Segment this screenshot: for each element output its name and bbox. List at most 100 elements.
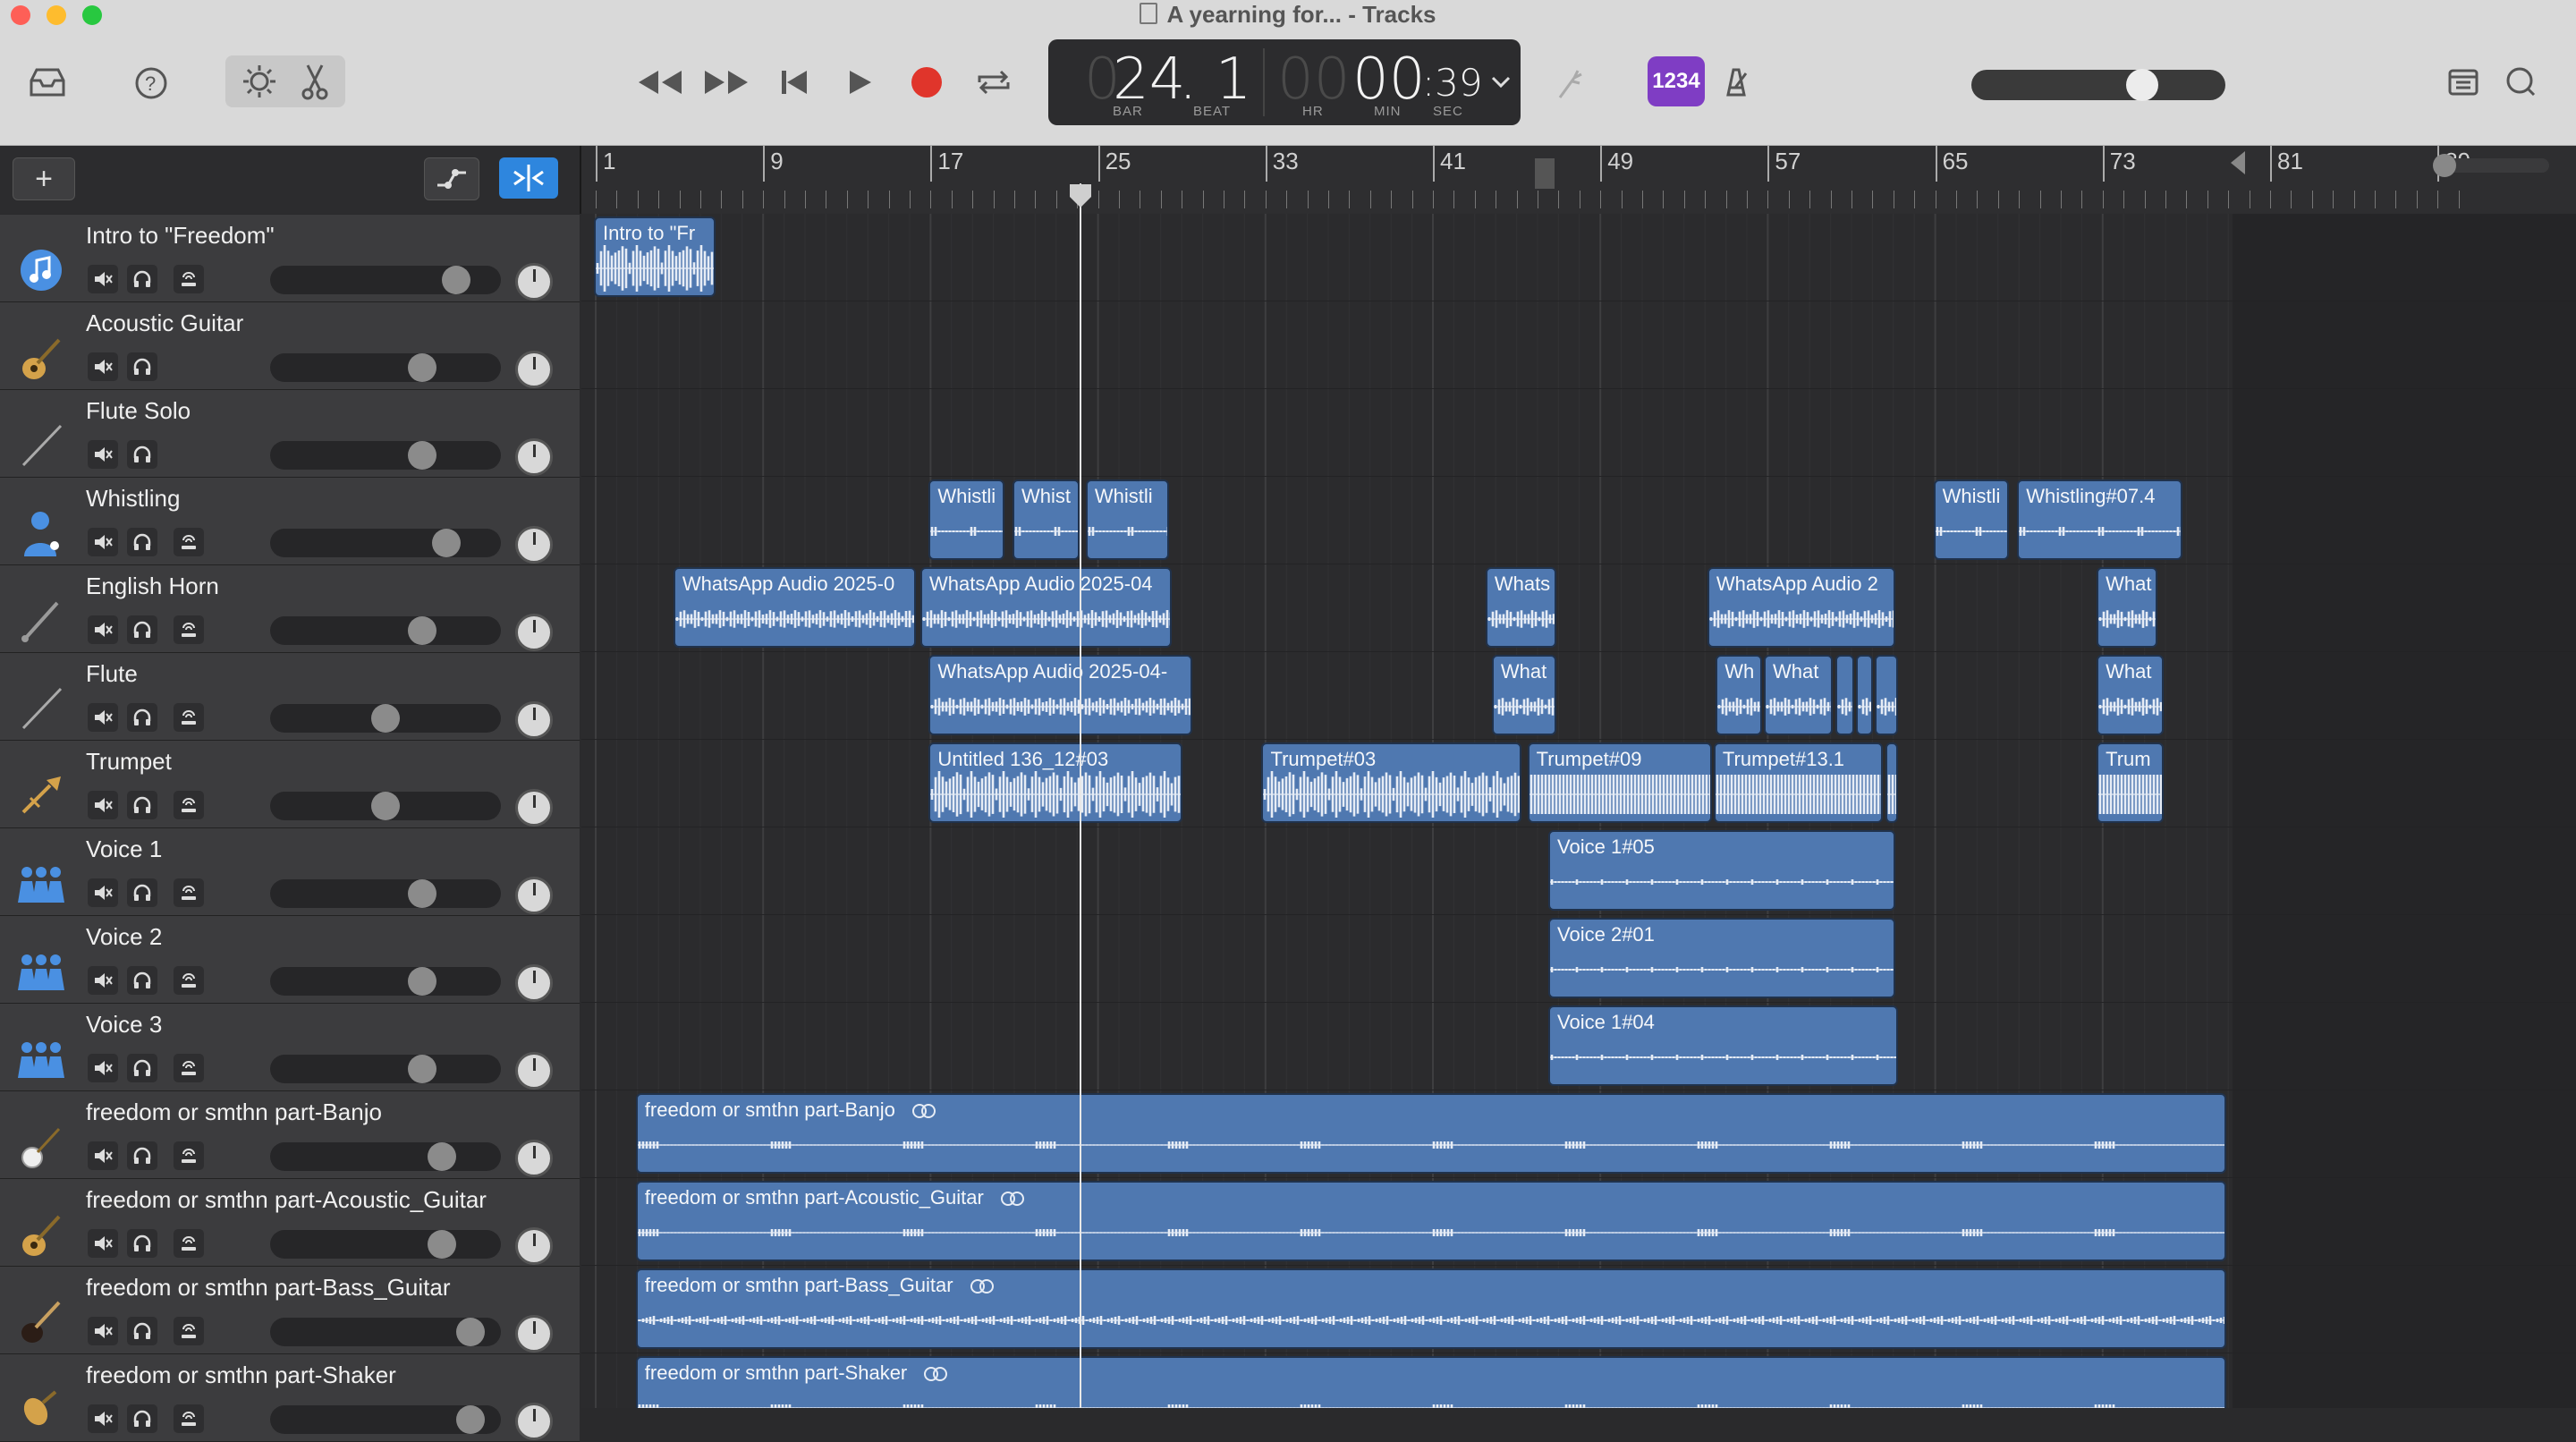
volume-knob[interactable] [407,353,436,382]
track-lane[interactable] [581,389,2576,477]
playhead[interactable] [1079,183,1081,1408]
track-header[interactable]: Flute [0,653,580,741]
volume-knob[interactable] [407,616,436,645]
audio-region[interactable] [1835,655,1854,735]
lcd-display[interactable]: 0 24 . 1 BAR BEAT 00 00 :39 HR MIN SEC [1048,39,1521,125]
record-enable-button[interactable] [174,528,204,556]
audio-region[interactable]: WhatsApp Audio 2 [1707,567,1896,648]
volume-knob[interactable] [431,529,461,557]
mute-button[interactable] [88,528,118,556]
track-header[interactable]: freedom or smthn part-Bass_Guitar [0,1267,580,1354]
audio-region[interactable]: Whistli [1085,479,1170,560]
automation-button[interactable] [424,157,479,200]
mute-button[interactable] [88,703,118,732]
audio-region[interactable]: Voice 2#01 [1548,918,1896,998]
track-volume-slider[interactable] [270,1055,501,1083]
record-button[interactable] [907,63,946,102]
audio-region[interactable]: What [1491,655,1557,735]
audio-region[interactable]: Untitled 136_12#03 [928,742,1182,823]
go-to-beginning-button[interactable] [775,63,814,102]
solo-button[interactable] [127,1317,157,1345]
audio-region[interactable]: What [1764,655,1834,735]
track-volume-slider[interactable] [270,879,501,908]
solo-button[interactable] [127,1054,157,1082]
pan-knob[interactable] [515,1403,553,1440]
track-header[interactable]: Whistling [0,478,580,565]
track-header[interactable]: Trumpet [0,741,580,828]
playhead-handle-icon[interactable] [1068,182,1093,209]
record-enable-button[interactable] [174,1141,204,1170]
mute-button[interactable] [88,615,118,644]
timeline-ruler[interactable]: 1917253341495765738189 [581,146,2576,215]
track-volume-slider[interactable] [270,353,501,382]
mute-button[interactable] [88,1317,118,1345]
audio-region[interactable]: Trumpet#09 [1527,742,1712,823]
lcd-mode-chevron-icon[interactable] [1490,75,1512,89]
audio-region[interactable]: Whistli [928,479,1004,560]
solo-button[interactable] [127,440,157,469]
pan-knob[interactable] [515,1315,553,1353]
audio-region[interactable]: What [2097,567,2157,648]
track-header[interactable]: Voice 2 [0,916,580,1004]
track-name[interactable]: Acoustic Guitar [86,310,243,337]
track-name[interactable]: Whistling [86,485,180,513]
audio-region[interactable]: Voice 1#05 [1548,830,1896,911]
zoom-slider-knob[interactable] [2433,154,2456,177]
pan-knob[interactable] [515,351,553,388]
tuner-button[interactable] [1553,63,1592,104]
audio-region[interactable]: Wh [1716,655,1762,735]
loop-browser-button[interactable] [2501,64,2540,100]
record-enable-button[interactable] [174,615,204,644]
fast-forward-button[interactable] [701,63,751,102]
volume-knob[interactable] [407,1055,436,1083]
smart-controls-icon[interactable] [240,62,279,101]
solo-button[interactable] [127,966,157,995]
mute-button[interactable] [88,1404,118,1433]
pan-knob[interactable] [515,526,553,564]
track-header[interactable]: freedom or smthn part-Acoustic_Guitar [0,1179,580,1267]
pan-knob[interactable] [515,1140,553,1177]
track-name[interactable]: freedom or smthn part-Banjo [86,1098,382,1126]
volume-knob[interactable] [407,441,436,470]
audio-region[interactable]: WhatsApp Audio 2025-04 [920,567,1172,648]
audio-region[interactable]: Intro to "Fr [594,216,716,297]
mute-button[interactable] [88,878,118,907]
audio-region[interactable]: freedom or smthn part-Bass_Guitar [635,1268,2227,1349]
audio-region[interactable]: WhatsApp Audio 2025-04- [928,655,1193,735]
audio-region[interactable]: freedom or smthn part-Shaker [635,1356,2227,1408]
track-name[interactable]: Flute [86,660,138,688]
audio-region[interactable]: WhatsApp Audio 2025-0 [673,567,917,648]
pan-knob[interactable] [515,701,553,739]
volume-knob[interactable] [407,879,436,908]
audio-region[interactable] [1875,655,1898,735]
track-header[interactable]: Flute Solo [0,390,580,478]
audio-region[interactable]: Whistli [1933,479,2009,560]
pan-knob[interactable] [515,1227,553,1265]
record-enable-button[interactable] [174,265,204,293]
help-button[interactable]: ? [131,63,172,104]
record-enable-button[interactable] [174,791,204,819]
volume-knob[interactable] [428,1230,457,1259]
audio-region[interactable]: Whist [1013,479,1080,560]
audio-region[interactable] [1856,655,1873,735]
audio-region[interactable]: Whistling#07.4 [2017,479,2183,560]
track-volume-slider[interactable] [270,792,501,820]
solo-button[interactable] [127,1404,157,1433]
volume-knob[interactable] [428,1142,457,1171]
record-enable-button[interactable] [174,1404,204,1433]
play-button[interactable] [841,63,880,102]
solo-button[interactable] [127,1229,157,1258]
track-volume-slider[interactable] [270,704,501,733]
track-volume-slider[interactable] [270,529,501,557]
track-header[interactable]: freedom or smthn part-Banjo [0,1091,580,1179]
track-volume-slider[interactable] [270,1318,501,1346]
notepad-button[interactable] [2444,64,2483,100]
track-name[interactable]: freedom or smthn part-Acoustic_Guitar [86,1186,487,1214]
pan-knob[interactable] [515,1052,553,1090]
solo-button[interactable] [127,1141,157,1170]
cycle-button[interactable] [971,63,1016,102]
record-enable-button[interactable] [174,703,204,732]
track-lane[interactable] [581,214,2576,301]
audio-region[interactable]: Trumpet#03 [1261,742,1521,823]
track-name[interactable]: Intro to "Freedom" [86,222,275,250]
